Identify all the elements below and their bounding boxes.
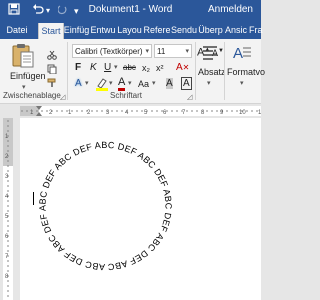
svg-text:A: A — [233, 45, 243, 62]
tab-home[interactable]: Start — [38, 23, 64, 39]
tab-layout[interactable]: Layou — [117, 22, 142, 39]
sign-in-link[interactable]: Anmelden — [208, 4, 253, 15]
title-bar: ▾ ▾ Dokument1 - Word Anmelden — [0, 0, 261, 22]
text-cursor — [33, 192, 34, 205]
clipboard-launcher-icon[interactable]: ◿ — [60, 93, 65, 101]
tab-view[interactable]: Ansic — [224, 22, 248, 39]
font-color-button[interactable]: A — [118, 76, 126, 91]
border-label: A — [181, 77, 192, 90]
text-effects-label: A — [75, 78, 82, 89]
paste-button[interactable]: Einfügen — [10, 71, 46, 81]
paste-dropdown-icon[interactable]: ▾ — [22, 83, 26, 91]
chevron-down-icon[interactable]: ▾ — [128, 77, 132, 91]
clear-format-label: A — [176, 62, 183, 73]
chevron-down-icon[interactable]: ▾ — [109, 77, 113, 91]
character-shading-button[interactable]: A — [166, 77, 173, 91]
document-page[interactable]: ABC DEF ABC DEF ABC DEF ABC DEF ABC DEF … — [20, 118, 261, 300]
styles-button[interactable]: Formatvo — [227, 67, 265, 77]
font-name-combo[interactable]: Calibri (Textkörper) ▾ — [72, 44, 152, 58]
tab-file[interactable]: Datei — [2, 22, 32, 39]
ruler-number: 11 — [258, 110, 261, 116]
paragraph-button[interactable]: Absatz — [198, 67, 226, 77]
chevron-down-icon[interactable]: ▾ — [114, 61, 118, 75]
vertical-ruler[interactable]: 12345678 — [0, 118, 16, 300]
circular-text[interactable]: ABC DEF ABC DEF ABC DEF ABC DEF ABC DEF … — [20, 118, 174, 272]
italic-button[interactable]: K — [90, 61, 97, 75]
chevron-down-icon[interactable]: ▾ — [185, 45, 189, 59]
underline-button[interactable]: U — [104, 61, 111, 75]
paste-icon[interactable] — [10, 43, 36, 69]
svg-text:ABC DEF ABC DEF ABC DEF ABC DE: ABC DEF ABC DEF ABC DEF ABC DEF ABC DEF … — [20, 118, 174, 272]
horizontal-ruler[interactable]: 121234567891011 — [0, 104, 261, 118]
font-color-label: A — [118, 76, 126, 88]
group-divider — [224, 42, 225, 100]
styles-icon[interactable]: A — [232, 43, 252, 68]
font-group-label: Schriftart — [110, 91, 143, 100]
font-name-value: Calibri (Textkörper) — [75, 47, 143, 56]
superscript-button[interactable]: x² — [156, 61, 164, 75]
font-launcher-icon[interactable]: ◿ — [187, 93, 192, 101]
clear-formatting-button[interactable]: A✕ — [176, 61, 189, 75]
tab-review[interactable]: Überp — [198, 22, 223, 39]
chevron-down-icon[interactable]: ▾ — [240, 79, 244, 87]
font-size-value: 11 — [157, 47, 166, 56]
tab-design[interactable]: Entwu — [90, 22, 116, 39]
chevron-down-icon[interactable]: ▾ — [145, 45, 149, 59]
strikethrough-button[interactable]: abc — [123, 61, 136, 75]
text-effects-button[interactable]: A — [75, 77, 82, 91]
font-size-combo[interactable]: 11 ▾ — [154, 44, 192, 58]
ruler-number: 10 — [239, 110, 246, 116]
chevron-down-icon[interactable]: ▾ — [207, 79, 211, 87]
chevron-down-icon[interactable]: ▾ — [152, 77, 156, 91]
highlight-icon[interactable] — [95, 77, 109, 96]
change-case-button[interactable]: Aa — [138, 77, 149, 91]
group-divider — [67, 42, 68, 100]
ribbon: Einfügen ▾ Zwischenablage ◿ Calibri (Tex… — [0, 39, 265, 104]
bold-button[interactable]: F — [75, 61, 81, 75]
paragraph-icon[interactable] — [201, 44, 219, 67]
phonetic-guide-button[interactable]: A — [181, 77, 192, 91]
shading-label: A — [166, 78, 173, 89]
tab-references[interactable]: Refere — [143, 22, 171, 39]
ribbon-tab-bar: Datei Start Einfüg Entwu Layou Refere Se… — [0, 22, 263, 39]
subscript-button[interactable]: x₂ — [142, 61, 150, 75]
tab-mailings[interactable]: Sendu — [171, 22, 197, 39]
chevron-down-icon[interactable]: ▾ — [85, 77, 89, 91]
clipboard-group-label: Zwischenablage — [3, 91, 61, 100]
group-divider — [195, 42, 196, 100]
tab-insert[interactable]: Einfüg — [63, 22, 90, 39]
tab-tell-me[interactable]: Frag — [249, 22, 263, 39]
